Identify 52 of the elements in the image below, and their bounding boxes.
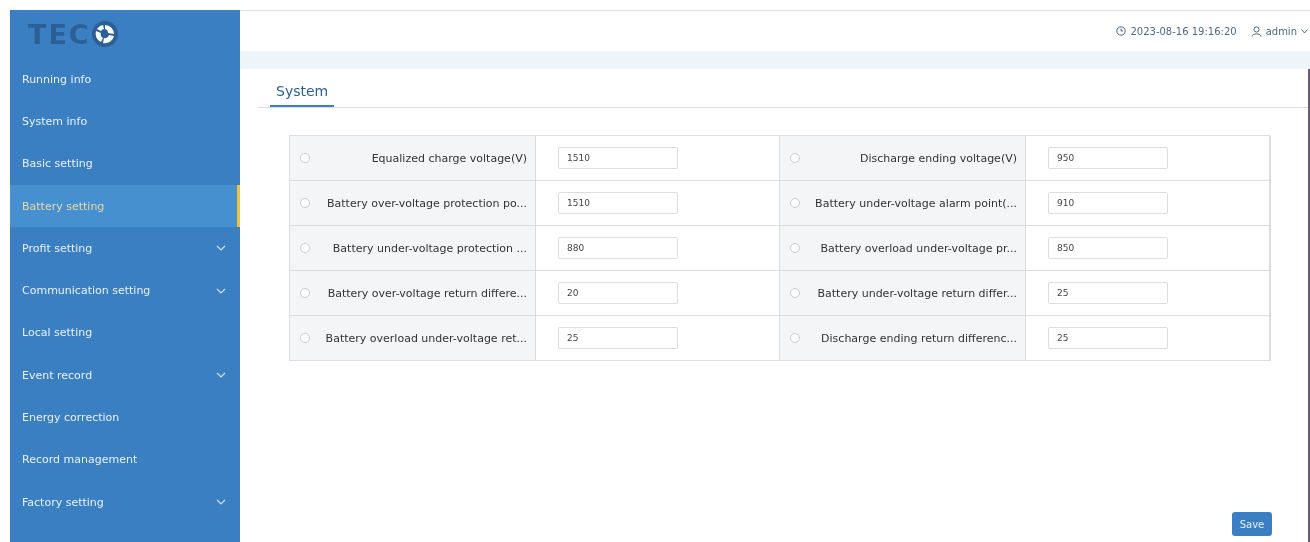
chevron-down-icon xyxy=(216,287,226,294)
setting-label: Discharge ending return differenc... xyxy=(820,331,1017,345)
radio-button[interactable] xyxy=(790,243,800,253)
sidebar-item[interactable]: Event record xyxy=(10,354,240,397)
input-field[interactable]: 880 xyxy=(558,237,678,259)
input-field[interactable]: 950 xyxy=(1048,147,1168,169)
radio-button[interactable] xyxy=(300,243,310,253)
setting-label: Battery overload under-voltage pr... xyxy=(819,241,1017,255)
radio-button[interactable] xyxy=(300,288,310,298)
sidebar-item[interactable]: Record management xyxy=(10,438,240,481)
input-field[interactable]: 910 xyxy=(1048,192,1168,214)
setting-label: Battery under-voltage return differ... xyxy=(816,286,1017,300)
radio-button[interactable] xyxy=(300,333,310,343)
setting-label: Equalized charge voltage(V) xyxy=(370,151,527,165)
sidebar-item[interactable]: Profit setting xyxy=(10,227,240,270)
input-field[interactable]: 1510 xyxy=(558,147,678,169)
input-field[interactable]: 25 xyxy=(558,327,678,349)
sidebar-item[interactable]: Communication setting xyxy=(10,269,240,312)
tab[interactable]: System xyxy=(270,83,335,107)
save-button[interactable]: Save xyxy=(1232,512,1272,536)
datetime-text: 2023-08-16 19:16:20 xyxy=(1130,25,1237,37)
user-icon xyxy=(1250,25,1262,37)
setting-label: Battery overload under-voltage ret... xyxy=(324,331,527,345)
sidebar-item[interactable]: Factory setting xyxy=(10,480,240,524)
chevron-down-icon xyxy=(216,245,226,252)
radio-button[interactable] xyxy=(790,288,800,298)
chevron-down-icon xyxy=(216,372,226,379)
radio-button[interactable] xyxy=(790,198,800,208)
swirl-logo-icon xyxy=(90,20,119,48)
sidebar-item[interactable]: Basic setting xyxy=(10,142,240,185)
user-menu[interactable]: admin xyxy=(1265,25,1297,37)
input-field[interactable]: 25 xyxy=(1048,282,1168,304)
radio-button[interactable] xyxy=(300,198,310,208)
chevron-down-icon xyxy=(216,499,226,506)
sidebar-item[interactable]: System info xyxy=(10,100,240,143)
setting-label: Battery over-voltage protection po... xyxy=(326,196,527,210)
radio-button[interactable] xyxy=(300,153,310,163)
radio-button[interactable] xyxy=(790,153,800,163)
input-field[interactable]: 850 xyxy=(1048,237,1168,259)
sidebar-item[interactable]: Local setting xyxy=(10,311,240,355)
setting-label: Battery under-voltage alarm point(... xyxy=(814,196,1017,210)
setting-label: Battery under-voltage protection ... xyxy=(331,241,527,255)
radio-button[interactable] xyxy=(790,333,800,343)
sidebar-item[interactable]: Running info xyxy=(10,58,240,101)
setting-label: Battery over-voltage return differe... xyxy=(326,286,527,300)
input-field[interactable]: 20 xyxy=(558,282,678,304)
input-field[interactable]: 1510 xyxy=(558,192,678,214)
sidebar-item[interactable]: Energy correction xyxy=(10,396,240,439)
chevron-down-icon xyxy=(1301,28,1308,34)
clock-icon xyxy=(1116,26,1127,36)
setting-label: Discharge ending voltage(V) xyxy=(858,151,1017,165)
input-field[interactable]: 25 xyxy=(1048,327,1168,349)
